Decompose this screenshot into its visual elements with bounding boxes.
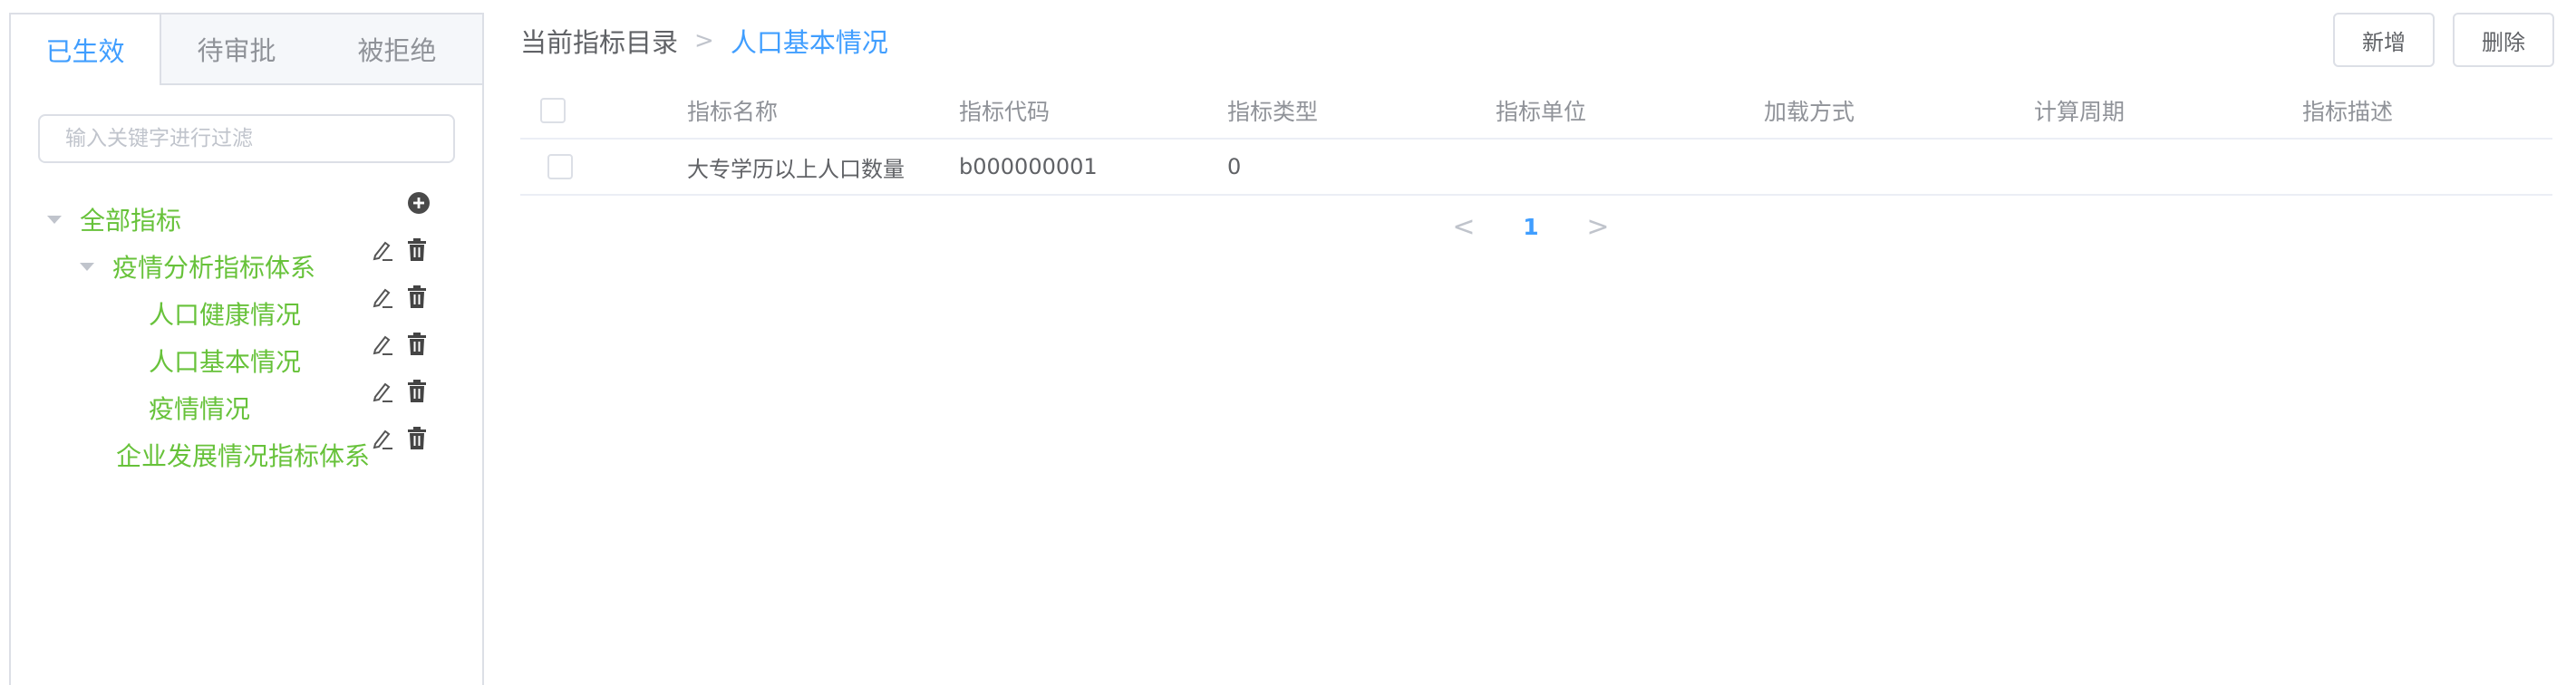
- trash-icon[interactable]: [404, 285, 430, 310]
- tree-node-epidemic-status[interactable]: 疫情情况: [149, 388, 250, 428]
- table-header: 指标名称 指标代码 指标类型 指标单位 加载方式 计算周期 指标描述: [520, 83, 2552, 140]
- trash-icon[interactable]: [404, 379, 430, 404]
- tree-node-label: 疫情情况: [149, 394, 251, 424]
- trash-icon[interactable]: [404, 426, 430, 451]
- add-button[interactable]: 新增: [2333, 13, 2435, 67]
- add-circle-icon[interactable]: [406, 190, 431, 216]
- edit-icon[interactable]: [370, 379, 395, 404]
- column-header: 指标代码: [959, 99, 1051, 125]
- column-header: 指标类型: [1227, 99, 1319, 125]
- column-header: 指标名称: [687, 99, 779, 125]
- table-row[interactable]: 大专学历以上人口数量 b000000001 0: [520, 140, 2552, 196]
- cell-code: b000000001: [959, 154, 1098, 179]
- tab-pending[interactable]: 待审批: [161, 14, 312, 83]
- edit-icon[interactable]: [370, 285, 395, 310]
- breadcrumb: 当前指标目录 > 人口基本情况: [520, 20, 888, 62]
- trash-icon[interactable]: [404, 237, 430, 263]
- tree-node-enterprise-system[interactable]: 企业发展情况指标体系: [116, 435, 370, 475]
- tab-effective[interactable]: 已生效: [11, 14, 161, 85]
- row-checkbox-cell: [547, 140, 573, 194]
- edit-icon[interactable]: [370, 426, 395, 451]
- tree-node-population-health[interactable]: 人口健康情况: [149, 294, 301, 333]
- delete-button[interactable]: 删除: [2453, 13, 2554, 67]
- tree-node-label: 人口基本情况: [149, 347, 302, 377]
- indicator-table: 指标名称 指标代码 指标类型 指标单位 加载方式 计算周期 指标描述 大专学历以…: [520, 83, 2552, 196]
- catalog-panel: 已生效 待审批 被拒绝 全部指标 疫情分析指标体系 人口健康情况 人口基本情况 …: [9, 13, 484, 685]
- column-header: 指标描述: [2302, 99, 2394, 125]
- tree-node-label: 疫情分析指标体系: [112, 253, 316, 283]
- next-page-icon[interactable]: >: [1584, 211, 1612, 243]
- status-tabs: 已生效 待审批 被拒绝: [11, 14, 482, 85]
- select-all-checkbox-cell: [540, 83, 566, 138]
- edit-icon[interactable]: [370, 332, 395, 357]
- pagination: < 1 >: [1450, 208, 1612, 245]
- page-number[interactable]: 1: [1517, 214, 1545, 240]
- tree-node-root[interactable]: 全部指标: [47, 199, 181, 239]
- cell-type: 0: [1227, 154, 1242, 179]
- breadcrumb-current: 人口基本情况: [730, 27, 888, 58]
- app-root: 已生效 待审批 被拒绝 全部指标 疫情分析指标体系 人口健康情况 人口基本情况 …: [0, 0, 2576, 685]
- column-header: 计算周期: [2034, 99, 2126, 125]
- tree-node-population-basic[interactable]: 人口基本情况: [149, 341, 301, 381]
- column-header: 加载方式: [1764, 99, 1855, 125]
- tree-node-label: 企业发展情况指标体系: [116, 441, 371, 471]
- edit-icon[interactable]: [370, 237, 395, 263]
- prev-page-icon[interactable]: <: [1450, 211, 1477, 243]
- cell-name: 大专学历以上人口数量: [687, 156, 905, 182]
- column-header: 指标单位: [1496, 99, 1587, 125]
- tree-filter-input[interactable]: [38, 114, 455, 163]
- trash-icon[interactable]: [404, 332, 430, 357]
- tree-node-label: 人口健康情况: [149, 300, 302, 330]
- tree-node-epidemic-system[interactable]: 疫情分析指标体系: [80, 246, 315, 286]
- chevron-right-icon: >: [694, 27, 714, 54]
- breadcrumb-root[interactable]: 当前指标目录: [520, 22, 678, 60]
- caret-down-icon[interactable]: [47, 215, 62, 224]
- select-all-checkbox[interactable]: [540, 98, 566, 123]
- caret-down-icon[interactable]: [80, 262, 94, 271]
- tab-rejected[interactable]: 被拒绝: [312, 14, 482, 83]
- row-checkbox[interactable]: [547, 154, 573, 179]
- tree-node-label: 全部指标: [80, 206, 182, 236]
